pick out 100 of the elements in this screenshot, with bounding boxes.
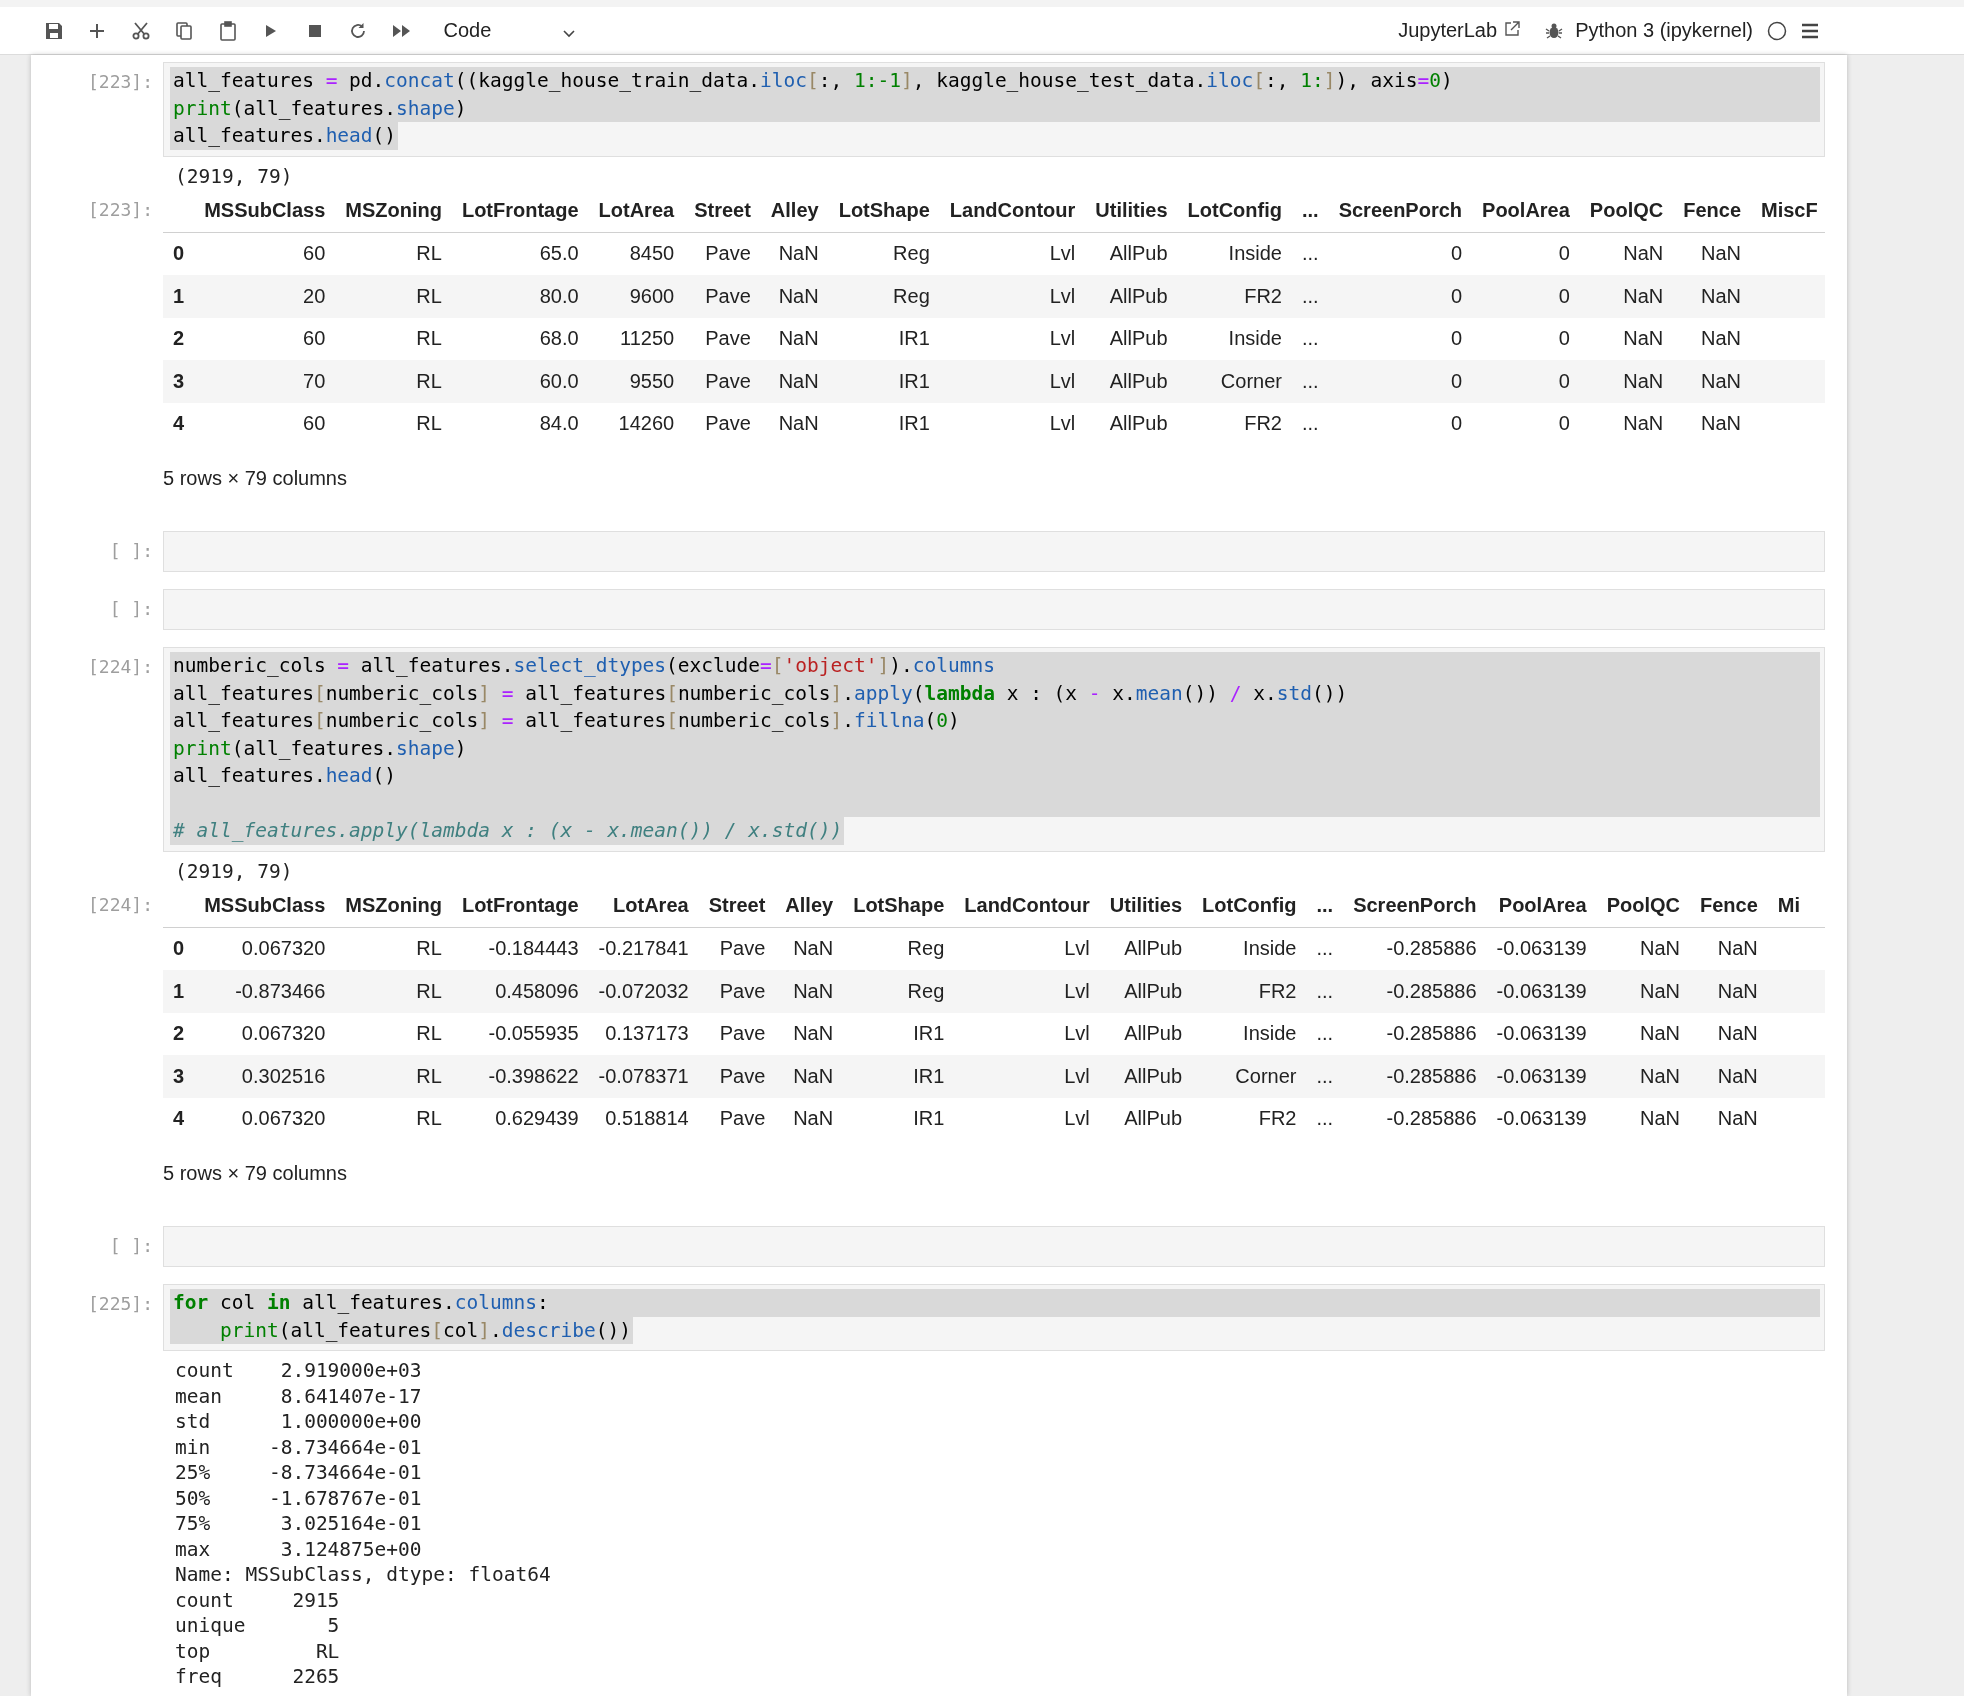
clipboard-icon [217, 20, 238, 41]
table-cell: 9550 [588, 360, 685, 403]
table-cell: 8450 [588, 232, 685, 275]
row-index: 3 [163, 360, 195, 403]
kernel-name[interactable]: Python 3 (ipykernel) [1575, 19, 1753, 42]
column-header: LotFrontage [451, 884, 589, 927]
jupyterlab-link[interactable]: JupyterLab [1398, 19, 1498, 42]
table-cell: 0.518814 [588, 1097, 699, 1140]
output-line: Name: MSSubClass, dtype: float64 [175, 1562, 551, 1588]
column-header: LotFrontage [451, 189, 589, 232]
table-cell: Corner [1177, 360, 1292, 403]
table-cell: 0 [1472, 232, 1580, 275]
table-footer: 5 rows × 79 columns [163, 467, 347, 490]
table-cell: AllPub [1099, 1055, 1193, 1098]
table-cell: NaN [1673, 402, 1751, 445]
table-cell: 0 [1472, 275, 1580, 318]
table-cell: Inside [1192, 1012, 1307, 1055]
table-cell: RL [335, 927, 452, 970]
table-cell: 0.302516 [194, 1055, 336, 1098]
table-cell: Reg [828, 232, 940, 275]
table-cell: -0.285886 [1343, 927, 1487, 970]
bug-icon[interactable] [1545, 21, 1564, 40]
table-cell: -0.072032 [588, 970, 699, 1013]
output-line: freq 2265 [175, 1664, 340, 1690]
column-header: ScreenPorch [1343, 884, 1487, 927]
table-cell: NaN [775, 970, 844, 1013]
code-cell[interactable] [163, 647, 1825, 852]
column-header: Utilities [1099, 884, 1193, 927]
table-cell: 0.458096 [451, 970, 589, 1013]
table-cell: NaN [1673, 275, 1751, 318]
table-cell: Lvl [939, 317, 1086, 360]
table-cell: NaN [760, 317, 829, 360]
external-link-icon [1503, 19, 1522, 38]
code-cell[interactable]: all_features = pd.concat((kaggle_house_train_data.iloc[:, 1:-1], kaggle_house_test_data.iloc[:, 1:]), axis=0) print(all_features.shape) all_features.head() [163, 62, 1825, 157]
table-cell: 0.067320 [194, 1012, 336, 1055]
table-cell: -0.063139 [1486, 927, 1597, 970]
output-line: max 3.124875e+00 [175, 1536, 422, 1562]
output-prompt: [223]: [87, 198, 153, 222]
code-cell[interactable] [163, 589, 1825, 630]
table-cell: Lvl [954, 1097, 1100, 1140]
row-index: 3 [163, 1055, 195, 1098]
table-cell: -0.063139 [1486, 1055, 1597, 1098]
output-line: min -8.734664e-01 [175, 1434, 422, 1460]
table-cell: IR1 [843, 1097, 955, 1140]
table-cell: Pave [698, 927, 776, 970]
table-cell: 0 [1328, 317, 1473, 360]
table-cell: NaN [760, 232, 829, 275]
column-header: Street [684, 189, 761, 232]
column-header: PoolArea [1486, 884, 1597, 927]
table-cell: RL [335, 1097, 452, 1140]
table-cell: RL [335, 402, 452, 445]
column-header: Street [698, 884, 776, 927]
column-header: LotArea [588, 189, 685, 232]
table-footer: 5 rows × 79 columns [163, 1162, 347, 1185]
save-icon [43, 20, 64, 41]
table-cell: -0.398622 [451, 1055, 589, 1098]
output-line: 25% -8.734664e-01 [175, 1460, 422, 1486]
code-cell[interactable] [163, 531, 1825, 572]
column-header: LotConfig [1192, 884, 1307, 927]
column-header: ScreenPorch [1328, 189, 1473, 232]
table-cell: IR1 [843, 1012, 955, 1055]
table-cell: 60 [194, 402, 336, 445]
table-cell: Reg [843, 927, 955, 970]
table-cell: NaN [1579, 317, 1674, 360]
table-cell: Pave [698, 970, 776, 1013]
table-cell: Lvl [939, 402, 1086, 445]
column-header: Utilities [1085, 189, 1178, 232]
table-cell: AllPub [1085, 402, 1178, 445]
table-cell: NaN [1596, 927, 1690, 970]
table-cell: 80.0 [451, 275, 589, 318]
table-cell: ... [1306, 1012, 1344, 1055]
row-index: 2 [163, 1012, 195, 1055]
column-header: MSZoning [335, 884, 452, 927]
table-cell: -0.078371 [588, 1055, 699, 1098]
table-cell: NaN [1579, 232, 1674, 275]
table-cell: FR2 [1177, 402, 1292, 445]
table-cell: Corner [1192, 1055, 1307, 1098]
table-cell: 0 [1472, 317, 1580, 360]
table-cell: IR1 [843, 1055, 955, 1098]
menu-icon[interactable] [1801, 22, 1819, 39]
table-cell: 65.0 [451, 232, 589, 275]
table-cell: Inside [1177, 232, 1292, 275]
table-cell: -0.285886 [1343, 970, 1487, 1013]
table-cell: AllPub [1085, 232, 1178, 275]
output-line: (2919, 79) [175, 163, 293, 189]
table-cell: 60 [194, 317, 336, 360]
column-header: PoolQC [1579, 189, 1674, 232]
table-cell: 68.0 [451, 317, 589, 360]
table-cell: AllPub [1085, 275, 1178, 318]
table-cell: IR1 [828, 360, 940, 403]
fast-forward-icon [391, 22, 412, 39]
table-cell: AllPub [1085, 360, 1178, 403]
cell-type-select[interactable]: Code [443, 13, 584, 48]
column-header: LandContour [939, 189, 1086, 232]
table-cell: NaN [1579, 402, 1674, 445]
code-cell[interactable] [163, 1226, 1825, 1267]
code-cell[interactable]: for col in all_features.columns: print(all_features[col].describe()) [163, 1284, 1825, 1351]
output-line: count 2.919000e+03 [175, 1358, 422, 1384]
column-header: LotArea [588, 884, 699, 927]
table-cell: AllPub [1099, 1012, 1193, 1055]
